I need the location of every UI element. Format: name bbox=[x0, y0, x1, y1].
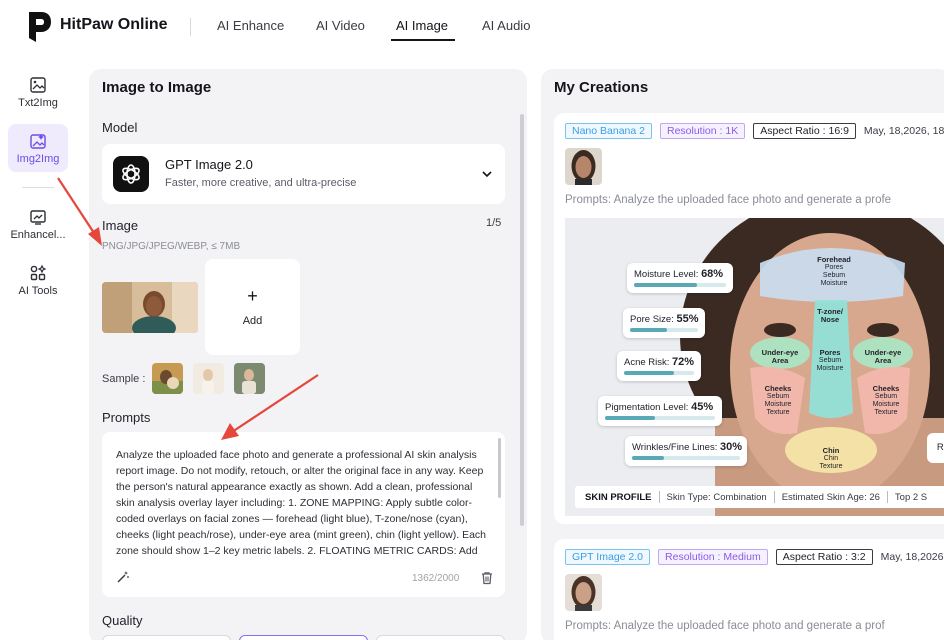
zone-label-undereye-left: Under-eye Area bbox=[761, 348, 799, 365]
sample-image-2[interactable] bbox=[193, 363, 224, 394]
top-bar: HitPaw Online AI Enhance AI Video AI Ima… bbox=[0, 0, 944, 56]
quality-option[interactable] bbox=[376, 635, 505, 640]
rail-label: Enhancel... bbox=[10, 229, 66, 241]
rail-label: Img2Img bbox=[16, 153, 60, 165]
image-to-image-panel: Image to Image Model GPT Image 2.0 Faste… bbox=[89, 69, 527, 640]
rail-item-ai-tools[interactable]: AI Tools bbox=[8, 264, 68, 304]
panel-scrollbar[interactable] bbox=[520, 114, 524, 526]
zone-label-undereye-right: Under-eye Area bbox=[864, 348, 902, 365]
result-image[interactable]: Forehead Pores Sebum Moisture T-zone/ Nos… bbox=[565, 218, 944, 516]
sample-image-3[interactable] bbox=[234, 363, 265, 394]
metric-bar bbox=[624, 371, 694, 375]
metric-card-moisture: Moisture Level: 68% bbox=[627, 263, 733, 293]
nav-tab-ai-enhance[interactable]: AI Enhance bbox=[217, 18, 284, 33]
source-image-thumbnail[interactable] bbox=[565, 574, 602, 611]
image-formats-hint: PNG/JPG/JPEG/WEBP, ≤ 7MB bbox=[102, 241, 241, 252]
creation-badges: Nano Banana 2 Resolution : 1K Aspect Rat… bbox=[565, 123, 944, 139]
brand-divider bbox=[190, 18, 191, 36]
zone-label-forehead: Forehead Pores Sebum Moisture bbox=[817, 255, 851, 288]
prompt-input[interactable]: Analyze the uploaded face photo and gene… bbox=[102, 432, 505, 597]
model-badge: Nano Banana 2 bbox=[565, 123, 652, 139]
resolution-badge: Resolution : 1K bbox=[659, 123, 746, 139]
metric-bar bbox=[630, 328, 698, 332]
creation-date: May, 18,2026 bbox=[880, 551, 944, 563]
quality-options bbox=[102, 635, 505, 640]
rail-label: AI Tools bbox=[18, 285, 58, 297]
prompt-scrollbar[interactable] bbox=[498, 438, 501, 498]
image-text-icon bbox=[30, 77, 46, 93]
zone-label-tzone: T-zone/ Nose bbox=[817, 307, 843, 324]
model-selector[interactable]: GPT Image 2.0 Faster, more creative, and… bbox=[102, 144, 505, 204]
quality-option[interactable] bbox=[102, 635, 231, 640]
skin-profile-title: SKIN PROFILE bbox=[585, 491, 652, 503]
character-count: 1362/2000 bbox=[412, 573, 460, 584]
quality-label: Quality bbox=[102, 613, 143, 628]
creation-card: Nano Banana 2 Resolution : 1K Aspect Rat… bbox=[554, 113, 944, 524]
rail-item-txt2img[interactable]: Txt2Img bbox=[8, 76, 68, 116]
sample-label: Sample : bbox=[102, 373, 146, 385]
image-sparkle-icon bbox=[30, 134, 46, 149]
aspect-ratio-badge: Aspect Ratio : 3:2 bbox=[775, 549, 873, 565]
creation-prompt: Prompts: Analyze the uploaded face photo… bbox=[565, 194, 892, 206]
creation-card: GPT Image 2.0 Resolution : Medium Aspect… bbox=[554, 539, 944, 640]
top-concerns: Top 2 S bbox=[894, 491, 928, 503]
zone-label-cheeks-right: Cheeks Sebum Moisture Texture bbox=[872, 384, 900, 417]
zone-label-chin: Chin Chin Texture bbox=[819, 446, 843, 471]
model-description: Faster, more creative, and ultra-precise bbox=[165, 177, 357, 189]
openai-icon bbox=[113, 156, 149, 192]
source-image-thumbnail[interactable] bbox=[565, 148, 602, 185]
metric-bar bbox=[632, 456, 740, 460]
nav-tab-ai-image[interactable]: AI Image bbox=[396, 18, 448, 33]
skin-profile-bar: SKIN PROFILE Skin Type: Combination Esti… bbox=[575, 486, 944, 508]
creations-title: My Creations bbox=[554, 79, 649, 96]
image-label: Image bbox=[102, 218, 139, 233]
chevron-down-icon[interactable] bbox=[481, 168, 493, 180]
metric-bar bbox=[634, 283, 726, 287]
nav-tab-ai-video[interactable]: AI Video bbox=[316, 18, 365, 33]
aspect-ratio-badge: Aspect Ratio : 16:9 bbox=[753, 123, 856, 139]
add-image-button[interactable]: + Add bbox=[205, 259, 300, 355]
nav-tab-ai-audio[interactable]: AI Audio bbox=[482, 18, 530, 33]
metric-bar bbox=[605, 416, 715, 420]
rail-label: Txt2Img bbox=[18, 97, 58, 109]
sample-image-1[interactable] bbox=[152, 363, 183, 394]
brand-name[interactable]: HitPaw Online bbox=[60, 16, 168, 34]
metric-card-wrinkles: Wrinkles/Fine Lines: 30% bbox=[625, 436, 747, 466]
model-name: GPT Image 2.0 bbox=[165, 157, 253, 172]
resolution-badge: Resolution : Medium bbox=[658, 549, 768, 565]
image-count: 1/5 bbox=[486, 217, 502, 229]
add-label: Add bbox=[242, 315, 263, 327]
zone-label-cheeks-left: Cheeks Sebum Moisture Texture bbox=[764, 384, 792, 417]
prompt-text[interactable]: Analyze the uploaded face photo and gene… bbox=[116, 447, 488, 557]
metric-card-pore-size: Pore Size: 55% bbox=[623, 308, 705, 338]
rail-item-enhance[interactable]: Enhancel... bbox=[8, 208, 68, 248]
creation-date: May, 18,2026, 18:5 bbox=[863, 125, 944, 137]
estimated-skin-age: Estimated Skin Age: 26 bbox=[781, 491, 880, 503]
plus-icon: + bbox=[247, 286, 258, 306]
skin-type: Skin Type: Combination bbox=[666, 491, 767, 503]
quality-option[interactable] bbox=[239, 635, 368, 640]
metric-card-acne-risk: Acne Risk: 72% bbox=[617, 351, 701, 381]
metric-card-cut-label: Re bbox=[936, 442, 944, 453]
tools-grid-icon bbox=[30, 264, 47, 281]
metric-card-pigmentation: Pigmentation Level: 45% bbox=[598, 396, 722, 426]
rail-item-img2img[interactable]: Img2Img bbox=[8, 124, 68, 172]
active-tab-indicator bbox=[391, 39, 455, 41]
my-creations-panel: My Creations Nano Banana 2 Resolution : … bbox=[541, 69, 944, 640]
uploaded-image-thumbnail[interactable] bbox=[102, 282, 198, 333]
model-badge: GPT Image 2.0 bbox=[565, 549, 651, 565]
model-label: Model bbox=[102, 120, 138, 135]
prompts-label: Prompts bbox=[102, 410, 151, 425]
creation-badges: GPT Image 2.0 Resolution : Medium Aspect… bbox=[565, 549, 943, 565]
zone-label-pores: Pores Sebum Moisture bbox=[816, 348, 844, 373]
trash-icon[interactable] bbox=[480, 571, 494, 585]
rail-divider bbox=[22, 187, 54, 188]
hitpaw-logo-icon[interactable] bbox=[26, 10, 52, 44]
magic-wand-icon[interactable] bbox=[116, 570, 130, 584]
creation-prompt: Prompts: Analyze the uploaded face photo… bbox=[565, 620, 885, 632]
enhance-icon bbox=[30, 210, 46, 225]
panel-title: Image to Image bbox=[102, 79, 212, 96]
